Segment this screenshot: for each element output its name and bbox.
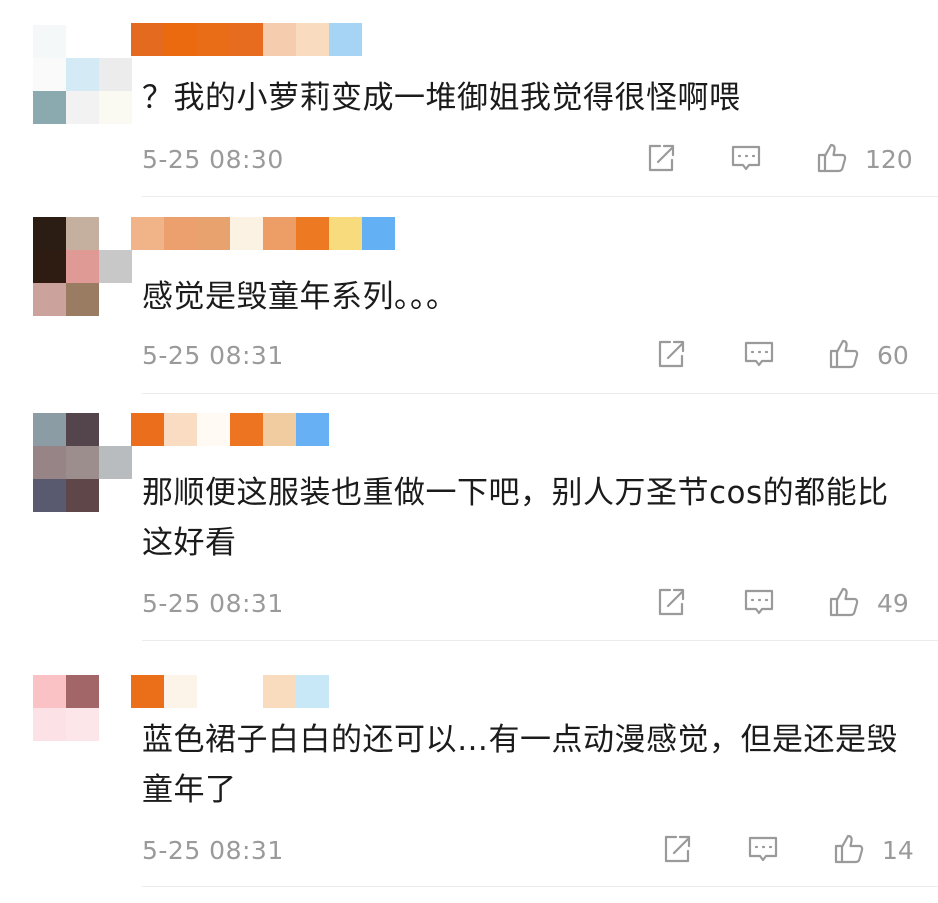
avatar-pixel xyxy=(33,741,66,774)
username-pixel xyxy=(197,675,230,708)
avatar-pixel xyxy=(66,675,99,708)
username-pixel xyxy=(230,675,263,708)
comment-item: 蓝色裙子白白的还可以…有一点动漫感觉，但是还是毁童年了 5-25 08:31 1… xyxy=(0,0,938,903)
avatar-pixel xyxy=(99,708,132,741)
avatar[interactable] xyxy=(33,675,132,774)
thumbs-up-icon[interactable] xyxy=(832,832,866,866)
avatar-pixel xyxy=(33,675,66,708)
comment-text: 蓝色裙子白白的还可以…有一点动漫感觉，但是还是毁童年了 xyxy=(142,722,898,808)
avatar-pixel xyxy=(66,708,99,741)
username[interactable] xyxy=(131,675,329,708)
username-pixel xyxy=(296,675,329,708)
divider xyxy=(142,886,938,887)
comment-icon[interactable] xyxy=(746,832,780,866)
like-count: 14 xyxy=(882,836,914,865)
username-pixel xyxy=(164,675,197,708)
avatar-pixel xyxy=(99,675,132,708)
username-pixel xyxy=(263,675,296,708)
avatar-pixel xyxy=(33,708,66,741)
avatar-pixel xyxy=(66,741,99,774)
share-icon[interactable] xyxy=(660,832,694,866)
avatar-pixel xyxy=(99,741,132,774)
username-pixel xyxy=(131,675,164,708)
timestamp: 5-25 08:31 xyxy=(142,836,284,865)
comment-meta: 5-25 08:31 14 xyxy=(142,832,914,872)
